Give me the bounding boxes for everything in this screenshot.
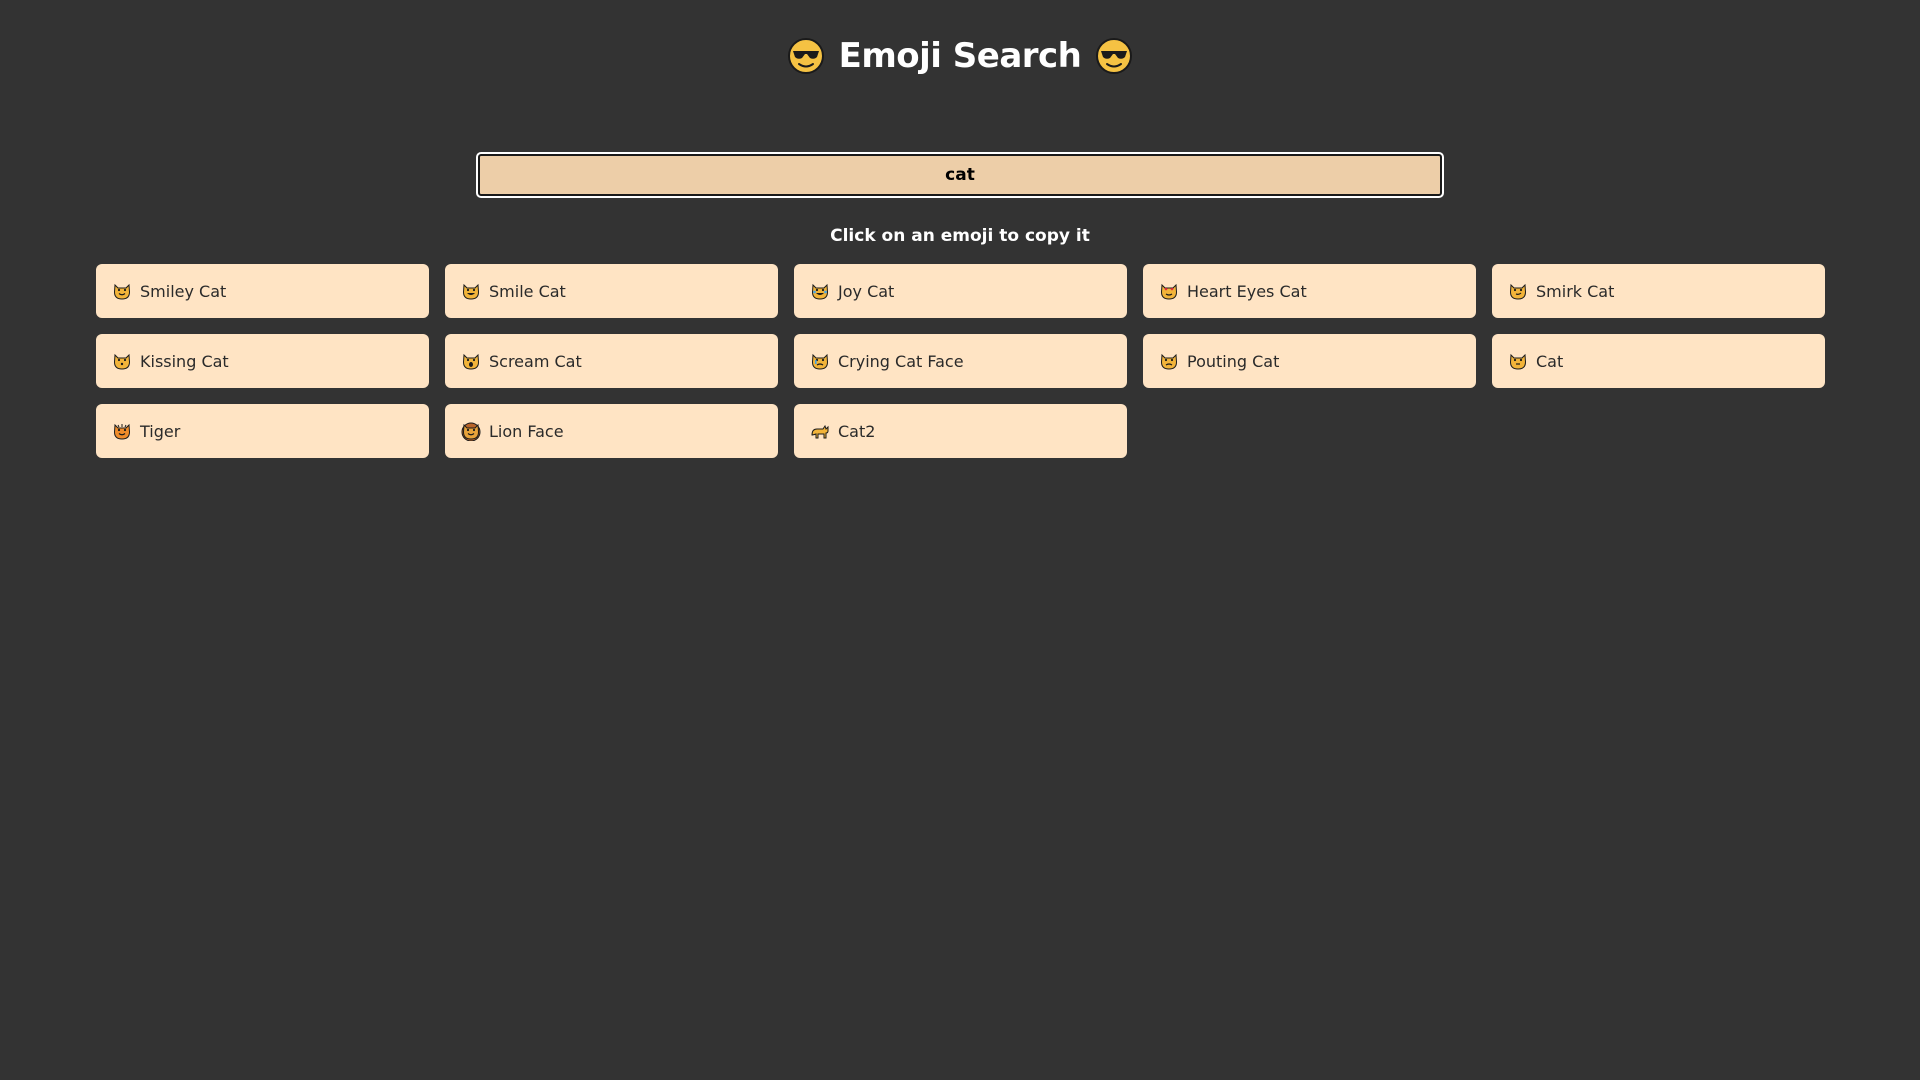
emoji-result-tile[interactable]: Pouting Cat <box>1143 334 1476 388</box>
emoji-result-label: Tiger <box>140 421 181 441</box>
emoji-result-label: Lion Face <box>489 421 564 441</box>
emoji-result-label: Kissing Cat <box>140 351 229 371</box>
emoji-result-label: Smirk Cat <box>1536 281 1615 301</box>
sunglasses-face-icon <box>1095 37 1133 75</box>
cat-full-body-icon <box>810 421 830 441</box>
tiger-face-icon <box>112 421 132 441</box>
copy-hint: Click on an emoji to copy it <box>830 226 1090 246</box>
emoji-result-label: Scream Cat <box>489 351 582 371</box>
emoji-result-tile[interactable]: Smirk Cat <box>1492 264 1825 318</box>
emoji-search-app: Emoji Search Click on an emoji to copy i… <box>0 0 1920 1080</box>
emoji-result-tile[interactable]: Scream Cat <box>445 334 778 388</box>
kissing-cat-icon <box>112 351 132 371</box>
sunglasses-face-icon <box>787 37 825 75</box>
emoji-result-tile[interactable]: Smile Cat <box>445 264 778 318</box>
heart-eyes-cat-icon <box>1159 281 1179 301</box>
emoji-result-tile[interactable]: Kissing Cat <box>96 334 429 388</box>
smirk-cat-icon <box>1508 281 1528 301</box>
page-title: Emoji Search <box>838 36 1082 76</box>
emoji-result-tile[interactable]: Lion Face <box>445 404 778 458</box>
emoji-result-label: Pouting Cat <box>1187 351 1280 371</box>
crying-cat-face-icon <box>810 351 830 371</box>
emoji-result-tile[interactable]: Cat2 <box>794 404 1127 458</box>
emoji-result-label: Heart Eyes Cat <box>1187 281 1307 301</box>
joy-cat-icon <box>810 281 830 301</box>
smiley-cat-icon <box>112 281 132 301</box>
emoji-result-label: Crying Cat Face <box>838 351 964 371</box>
cat-face-icon <box>1508 351 1528 371</box>
lion-face-icon <box>461 421 481 441</box>
pouting-cat-icon <box>1159 351 1179 371</box>
scream-cat-icon <box>461 351 481 371</box>
emoji-result-label: Joy Cat <box>838 281 895 301</box>
smile-cat-icon <box>461 281 481 301</box>
emoji-result-label: Smiley Cat <box>140 281 227 301</box>
emoji-result-tile[interactable]: Heart Eyes Cat <box>1143 264 1476 318</box>
emoji-result-label: Cat2 <box>838 421 876 441</box>
emoji-result-label: Cat <box>1536 351 1564 371</box>
search-container <box>476 152 1444 198</box>
emoji-result-tile[interactable]: Joy Cat <box>794 264 1127 318</box>
emoji-result-label: Smile Cat <box>489 281 566 301</box>
results-grid: Smiley Cat Smile Cat Joy Cat Heart Eyes Cat… <box>96 264 1825 458</box>
emoji-result-tile[interactable]: Tiger <box>96 404 429 458</box>
emoji-result-tile[interactable]: Crying Cat Face <box>794 334 1127 388</box>
header: Emoji Search <box>0 0 1920 112</box>
emoji-result-tile[interactable]: Cat <box>1492 334 1825 388</box>
emoji-result-tile[interactable]: Smiley Cat <box>96 264 429 318</box>
search-input[interactable] <box>476 152 1444 198</box>
